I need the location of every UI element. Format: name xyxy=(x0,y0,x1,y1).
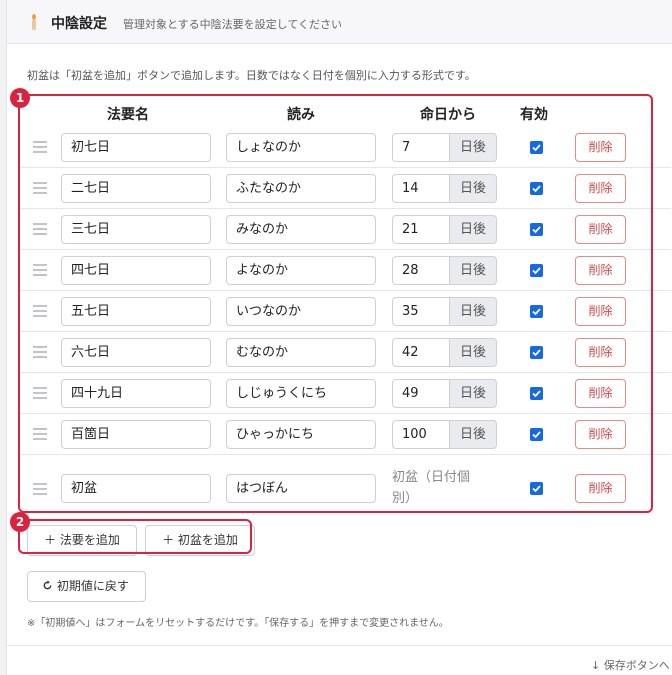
reset-button[interactable]: 初期値に戻す xyxy=(27,571,146,602)
annotation-badge-1: 1 xyxy=(10,88,30,108)
annotation-badge-2: 2 xyxy=(10,512,30,532)
annotation-box-1 xyxy=(18,94,653,513)
description-text: 初盆は「初盆を追加」ボタンで追加します。日数ではなく日付を個別に入力する形式です… xyxy=(27,69,476,82)
section-subtitle: 管理対象とする中陰法要を設定してください xyxy=(123,18,343,31)
annotation-box-2 xyxy=(18,519,252,554)
settings-card: 中陰設定 管理対象とする中陰法要を設定してください 初盆は「初盆を追加」ボタンで… xyxy=(6,0,672,675)
section-title: 中陰設定 xyxy=(51,16,107,32)
footnote-text: ※「初期値へ」はフォームをリセットするだけです。「保存する」を押すまで変更されま… xyxy=(27,618,449,629)
reset-icon xyxy=(43,580,52,590)
candle-icon xyxy=(32,14,36,30)
divider xyxy=(7,645,672,646)
jump-to-save-link[interactable]: ↓ 保存ボタンへ xyxy=(591,657,670,673)
section-header: 中陰設定 管理対象とする中陰法要を設定してください xyxy=(7,0,672,44)
